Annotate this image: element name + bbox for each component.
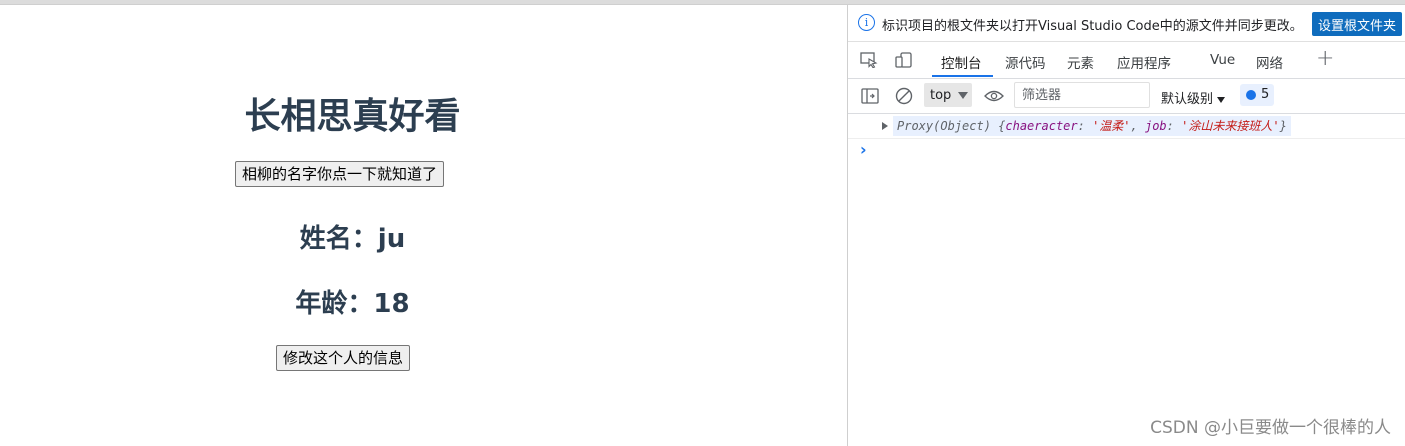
modify-info-button[interactable]: 修改这个人的信息 xyxy=(276,345,411,371)
message-count: 5 xyxy=(1261,87,1270,102)
name-label: 姓名： xyxy=(299,224,378,254)
live-expression-eye-icon[interactable] xyxy=(984,89,1004,103)
console-output: Proxy(Object) {chaeracter: '温柔', job: '涂… xyxy=(848,114,1405,446)
age-row: 年龄：18 xyxy=(0,283,705,320)
info-icon: i xyxy=(858,14,875,31)
device-emulation-icon[interactable] xyxy=(895,52,913,68)
console-toolbar: top 默认级别 5 xyxy=(848,79,1405,114)
tab-elements[interactable]: 元素 xyxy=(1067,52,1094,72)
page-title: 长相思真好看 xyxy=(244,96,461,137)
log-colon: : xyxy=(1077,119,1093,133)
console-filter-input[interactable] xyxy=(1014,82,1150,108)
expand-triangle-icon[interactable] xyxy=(882,122,888,130)
set-root-folder-button[interactable]: 设置根文件夹 xyxy=(1312,12,1402,36)
active-tab-indicator xyxy=(932,75,993,77)
tab-sources[interactable]: 源代码 xyxy=(1005,52,1046,72)
csdn-watermark: CSDN @小巨要做一个很棒的人 xyxy=(1150,418,1391,438)
inspect-element-icon[interactable] xyxy=(860,52,878,68)
name-value: ju xyxy=(377,224,406,254)
tab-vue[interactable]: Vue xyxy=(1210,52,1235,68)
log-level-dropdown[interactable]: 默认级别 xyxy=(1161,88,1226,107)
log-key-character: chaeracter xyxy=(1005,119,1078,133)
devtools-tabbar: 控制台 源代码 元素 应用程序 Vue 网络 + xyxy=(848,42,1405,79)
infobar-message: 标识项目的根文件夹以打开Visual Studio Code中的源文件并同步更改… xyxy=(882,19,1303,34)
devtools-infobar: i 标识项目的根文件夹以打开Visual Studio Code中的源文件并同步… xyxy=(848,5,1405,42)
reveal-name-button[interactable]: 相柳的名字你点一下就知道了 xyxy=(235,161,445,187)
console-log-row[interactable]: Proxy(Object) {chaeracter: '温柔', job: '涂… xyxy=(848,114,1405,139)
log-value-job: '涂山未来接班人' xyxy=(1181,119,1280,133)
console-log-text[interactable]: Proxy(Object) {chaeracter: '温柔', job: '涂… xyxy=(893,116,1291,136)
log-level-label: 默认级别 xyxy=(1161,92,1214,107)
tab-network[interactable]: 网络 xyxy=(1256,52,1283,72)
app-page: 长相思真好看 相柳的名字你点一下就知道了 姓名：ju 年龄：18 修改这个人的信… xyxy=(0,5,847,446)
clear-console-icon[interactable] xyxy=(895,87,913,105)
log-value-character: '温柔' xyxy=(1092,119,1131,133)
tab-console[interactable]: 控制台 xyxy=(941,52,982,72)
age-value: 18 xyxy=(373,289,410,319)
sidebar-toggle-icon[interactable] xyxy=(861,88,879,104)
context-selector-value: top xyxy=(930,88,952,103)
log-suffix: } xyxy=(1279,119,1287,133)
message-count-badge[interactable]: 5 xyxy=(1240,84,1274,106)
message-icon xyxy=(1246,90,1256,100)
context-selector[interactable]: top xyxy=(924,83,972,107)
caret-down-icon xyxy=(1217,96,1226,103)
add-tab-icon[interactable]: + xyxy=(1316,46,1334,71)
name-row: 姓名：ju xyxy=(0,218,705,255)
console-prompt-icon[interactable]: › xyxy=(860,140,867,159)
tab-application[interactable]: 应用程序 xyxy=(1117,52,1171,72)
age-label: 年龄： xyxy=(295,289,374,319)
log-colon-2: : xyxy=(1166,119,1182,133)
chevron-down-icon xyxy=(958,92,968,99)
log-comma: , xyxy=(1130,119,1145,133)
log-prefix: Proxy(Object) { xyxy=(897,119,1006,133)
log-key-job: job xyxy=(1144,119,1167,133)
devtools-panel: i 标识项目的根文件夹以打开Visual Studio Code中的源文件并同步… xyxy=(847,5,1405,446)
